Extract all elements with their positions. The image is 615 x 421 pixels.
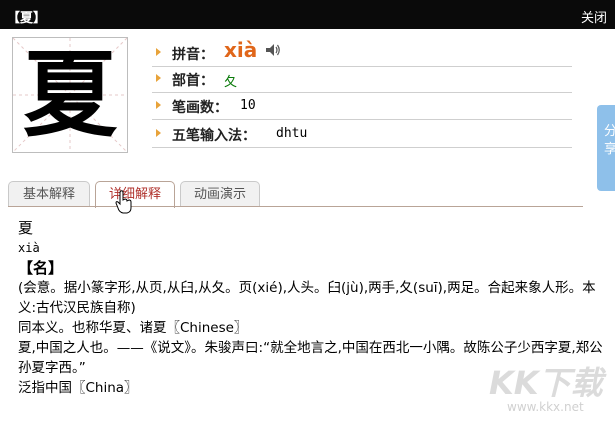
radical-label: 部首： xyxy=(172,73,214,89)
share-side-tab[interactable]: 分享 xyxy=(597,105,615,191)
window-titlebar: 【夏】 关闭 xyxy=(0,0,615,29)
share-label: 分享 xyxy=(604,124,615,157)
character-glyph: 夏 xyxy=(22,40,117,150)
bullet-arrow-icon xyxy=(156,129,161,137)
bullet-arrow-icon xyxy=(156,74,161,82)
bullet-arrow-icon xyxy=(156,48,161,56)
wubi-label: 五笔输入法： xyxy=(172,128,256,144)
watermark-brand: KK下载 xyxy=(489,364,603,402)
content-pinyin: xià xyxy=(18,241,40,255)
strokes-label: 笔画数： xyxy=(172,100,228,116)
pinyin-label: 拼音： xyxy=(172,47,214,63)
content-paragraph: 同本义。也称华夏、诸夏〖Chinese〗 xyxy=(18,320,248,336)
window-title: 【夏】 xyxy=(7,11,47,26)
pinyin-row: 拼音： xià xyxy=(152,38,572,67)
tab-animation[interactable]: 动画演示 xyxy=(180,181,260,207)
tab-detailed-explanation[interactable]: 详细解释 xyxy=(95,181,175,208)
wubi-row: 五笔输入法： dhtu xyxy=(152,121,572,148)
pinyin-value: xià xyxy=(224,38,258,62)
radical-row: 部首： 夂 xyxy=(152,66,572,93)
watermark-logo: KK下载 www.kkx.net xyxy=(489,358,609,418)
tab-divider xyxy=(8,206,583,207)
bullet-arrow-icon xyxy=(156,101,161,109)
radical-value[interactable]: 夂 xyxy=(224,71,237,90)
content-paragraph: (会意。据小篆字形,从页,从臼,从夂。页(xié),人头。臼(jù),两手,夂(… xyxy=(18,280,596,316)
character-display: 夏 xyxy=(12,37,128,153)
speaker-icon[interactable] xyxy=(264,42,280,58)
watermark-url: www.kkx.net xyxy=(507,400,584,414)
hand-cursor-icon xyxy=(115,190,132,214)
close-button[interactable]: 关闭 xyxy=(581,7,607,26)
content-section-noun: 【名】 xyxy=(18,259,64,277)
wubi-value: dhtu xyxy=(276,126,308,141)
strokes-row: 笔画数： 10 xyxy=(152,93,572,120)
tab-basic-explanation[interactable]: 基本解释 xyxy=(8,181,90,207)
strokes-value: 10 xyxy=(240,98,256,113)
content-character: 夏 xyxy=(18,219,34,237)
